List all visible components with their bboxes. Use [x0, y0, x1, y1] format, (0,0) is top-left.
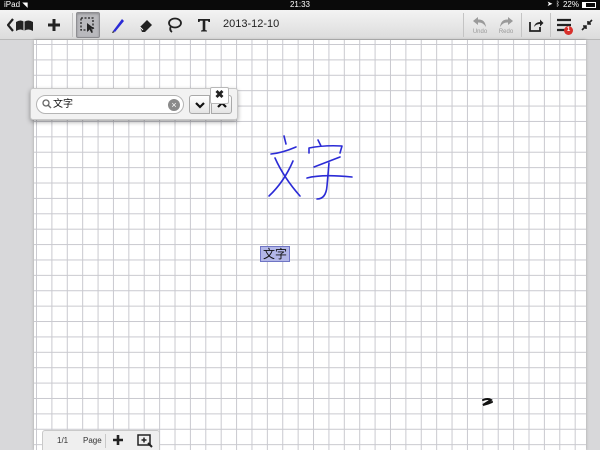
- toolbar-divider: [550, 13, 551, 37]
- location-icon: ➤: [546, 1, 553, 8]
- back-notebook-icon: [7, 18, 33, 32]
- search-panel: 文字 ×: [30, 88, 238, 120]
- text-tool-button[interactable]: [192, 12, 216, 38]
- chevron-down-icon: [194, 101, 205, 109]
- toolbar-divider: [463, 13, 464, 37]
- add-page-icon: [48, 19, 60, 31]
- pen-icon: [112, 19, 124, 33]
- battery-fill: [583, 3, 586, 7]
- add-page-bottom-button[interactable]: [111, 433, 125, 450]
- toolbar-divider: [72, 13, 73, 37]
- status-bar: iPad ◥ 21:33 ➤ ᛒ 22%: [0, 0, 600, 10]
- share-button[interactable]: [524, 12, 548, 38]
- lasso-icon: [168, 17, 182, 33]
- undo-icon: [473, 16, 486, 27]
- collapse-arrows-icon: [581, 19, 593, 31]
- clear-search-icon[interactable]: ×: [168, 99, 180, 111]
- zoom-button[interactable]: [137, 434, 153, 450]
- next-result-button[interactable]: [189, 95, 210, 114]
- search-query-text: 文字: [53, 99, 73, 110]
- page-bar: 1/1 Page: [42, 430, 160, 450]
- eraser-icon: [139, 20, 152, 32]
- share-icon: [529, 19, 544, 32]
- redo-icon: [500, 16, 513, 27]
- text-tool-icon: [198, 19, 210, 32]
- fullscreen-button[interactable]: [577, 12, 597, 38]
- battery-icon: [582, 2, 596, 8]
- note-date[interactable]: 2013-12-10: [223, 17, 279, 31]
- zoom-icon: [137, 434, 153, 448]
- handwritten-strokes: [268, 135, 353, 200]
- add-page-button[interactable]: [42, 12, 66, 38]
- select-tool-button[interactable]: [76, 12, 100, 38]
- toolbar-divider: [521, 13, 522, 37]
- redo-button[interactable]: Redo: [494, 12, 518, 38]
- ink-scribble: [482, 398, 493, 406]
- undo-button[interactable]: Undo: [468, 12, 492, 38]
- close-search-button[interactable]: ✖: [210, 87, 229, 104]
- pen-tool-button[interactable]: [106, 12, 130, 38]
- undo-label: Undo: [472, 28, 488, 35]
- eraser-tool-button[interactable]: [134, 12, 158, 38]
- bluetooth-icon: ᛒ: [555, 1, 560, 8]
- page-bar-divider: [105, 434, 106, 448]
- lasso-tool-button[interactable]: [162, 12, 186, 38]
- search-icon: [42, 99, 52, 109]
- notification-badge: 1: [564, 26, 573, 35]
- plus-icon: [113, 435, 123, 445]
- menu-button[interactable]: 1: [552, 12, 576, 38]
- status-time: 21:33: [289, 0, 311, 9]
- status-right: ➤ ᛒ 22%: [547, 0, 596, 10]
- close-icon: ✖: [214, 89, 225, 101]
- back-notebook-button[interactable]: [6, 12, 36, 38]
- redo-label: Redo: [498, 28, 514, 35]
- page-indicator: 1/1: [57, 436, 69, 445]
- battery-percent: 22%: [562, 0, 579, 9]
- search-input[interactable]: 文字 ×: [36, 95, 184, 114]
- search-hit-highlight[interactable]: 文字: [260, 246, 291, 262]
- page-label[interactable]: Page: [83, 436, 102, 446]
- toolbar: 2013-12-10 Undo Redo 1: [0, 10, 600, 40]
- select-tool-icon: [80, 17, 95, 33]
